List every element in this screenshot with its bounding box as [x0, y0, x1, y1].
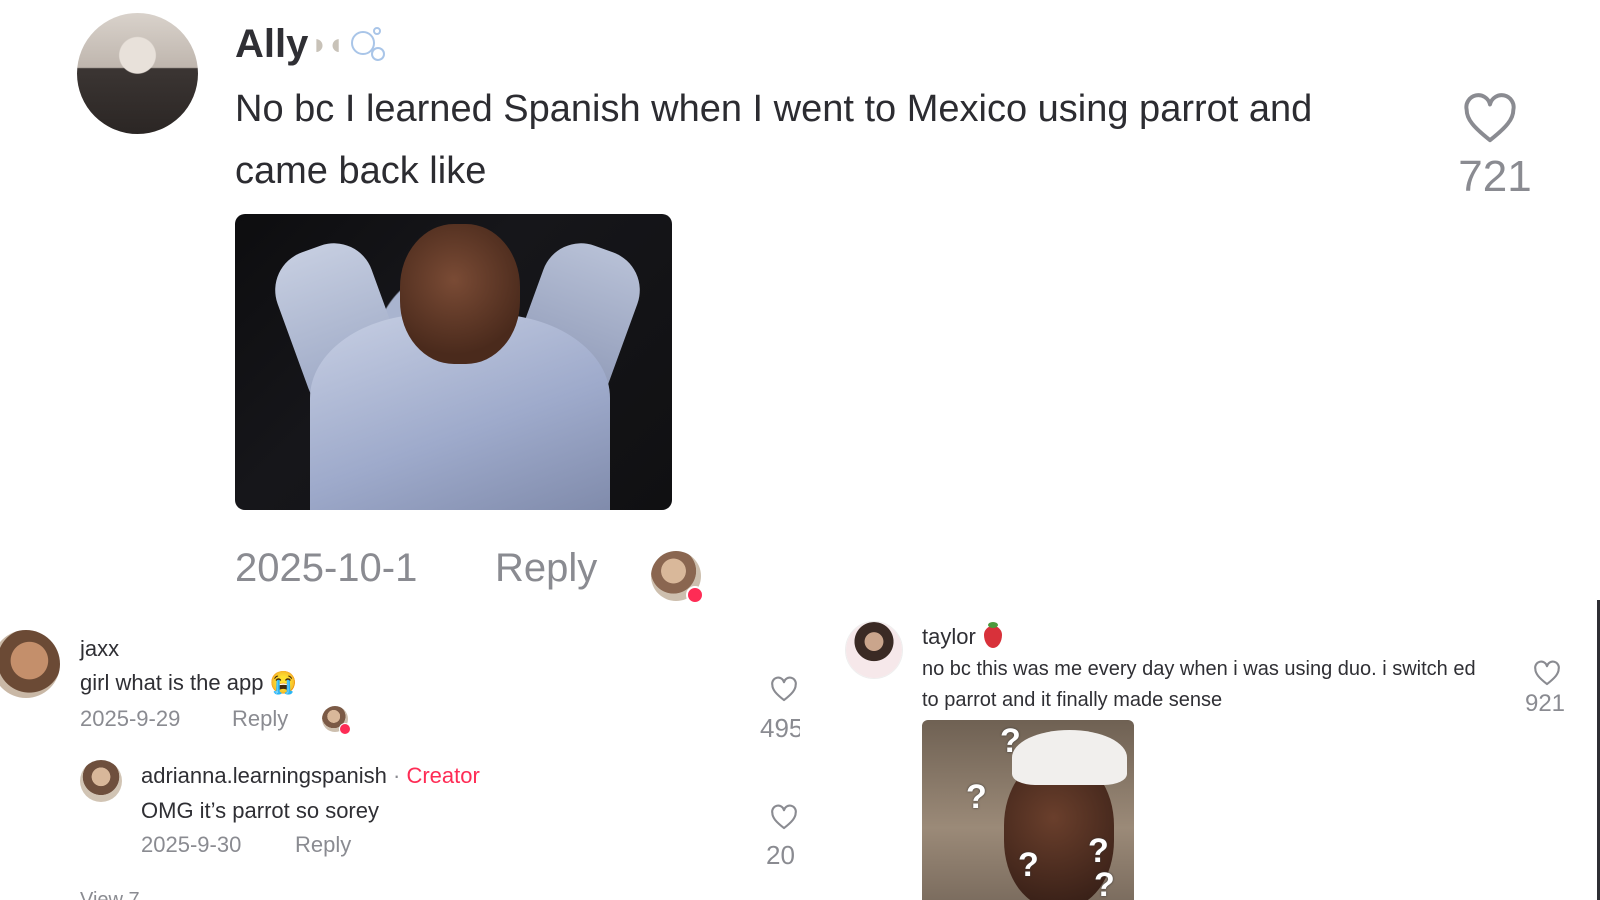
ally-like-button[interactable] — [1462, 92, 1518, 144]
heart-outline-icon — [771, 676, 797, 702]
adrianna-reply-date: 2025-9-30 — [141, 832, 242, 857]
creator-badge: Creator — [406, 763, 480, 788]
taylor-comment-gif[interactable]: ? ? ? ? ? — [922, 720, 1134, 900]
taylor-comment-text: no bc this was me every day when i was u… — [922, 658, 1476, 711]
heart-outline-icon — [1534, 660, 1560, 686]
adrianna-avatar[interactable] — [80, 760, 122, 802]
taylor-like-count: 921 — [1524, 690, 1566, 717]
ally-like-count: 721 — [1458, 152, 1532, 201]
strawberry-emoji-icon — [983, 622, 1002, 648]
question-mark: ? — [1018, 846, 1039, 884]
adrianna-reply-text: OMG it’s parrot so sorey — [141, 798, 379, 823]
jaxx-comment-date: 2025-9-29 — [80, 706, 181, 731]
ally-avatar[interactable] — [77, 13, 198, 134]
question-mark: ? — [966, 778, 987, 816]
jaxx-reply-button[interactable]: Reply — [232, 706, 288, 732]
ally-comment-gif[interactable] — [235, 214, 672, 510]
view-more-replies[interactable]: View 7 — [80, 886, 140, 900]
adrianna-username-row[interactable]: adrianna.learningspanish · Creator — [141, 763, 480, 789]
heart-outline-icon — [1464, 93, 1516, 143]
jaxx-comment-text: girl what is the app 😭 — [80, 670, 297, 695]
ally-comment-text: No bc I learned Spanish when I went to M… — [235, 88, 1313, 192]
adrianna-like-button[interactable] — [770, 804, 798, 830]
ally-username[interactable]: Ally ◗◖ — [235, 22, 389, 67]
taylor-avatar[interactable] — [845, 621, 903, 679]
taylor-like-button[interactable] — [1533, 660, 1561, 686]
jaxx-username[interactable]: jaxx — [80, 636, 119, 662]
swan-emoji-icon: ◗◖ — [310, 27, 344, 61]
jaxx-like-count: 495 — [760, 713, 800, 743]
adrianna-username[interactable]: adrianna.learningspanish — [141, 763, 387, 788]
question-mark: ? — [1000, 722, 1021, 760]
jaxx-like-button[interactable] — [770, 676, 798, 702]
bubbles-emoji-icon — [349, 25, 389, 65]
separator-dot: · — [392, 763, 401, 788]
ally-comment-date: 2025-10-1 — [235, 546, 418, 590]
adrianna-reply-button[interactable]: Reply — [295, 832, 351, 858]
ally-reply-button[interactable]: Reply — [495, 546, 597, 591]
taylor-username-row[interactable]: taylor — [922, 622, 1002, 650]
question-mark: ? — [1094, 866, 1115, 900]
creator-liked-badge-icon — [651, 551, 704, 604]
adrianna-like-count: 20 — [766, 840, 795, 870]
jaxx-avatar[interactable] — [0, 630, 60, 698]
heart-outline-icon — [771, 804, 797, 830]
creator-liked-badge-icon — [322, 706, 351, 735]
taylor-username[interactable]: taylor — [922, 624, 976, 650]
